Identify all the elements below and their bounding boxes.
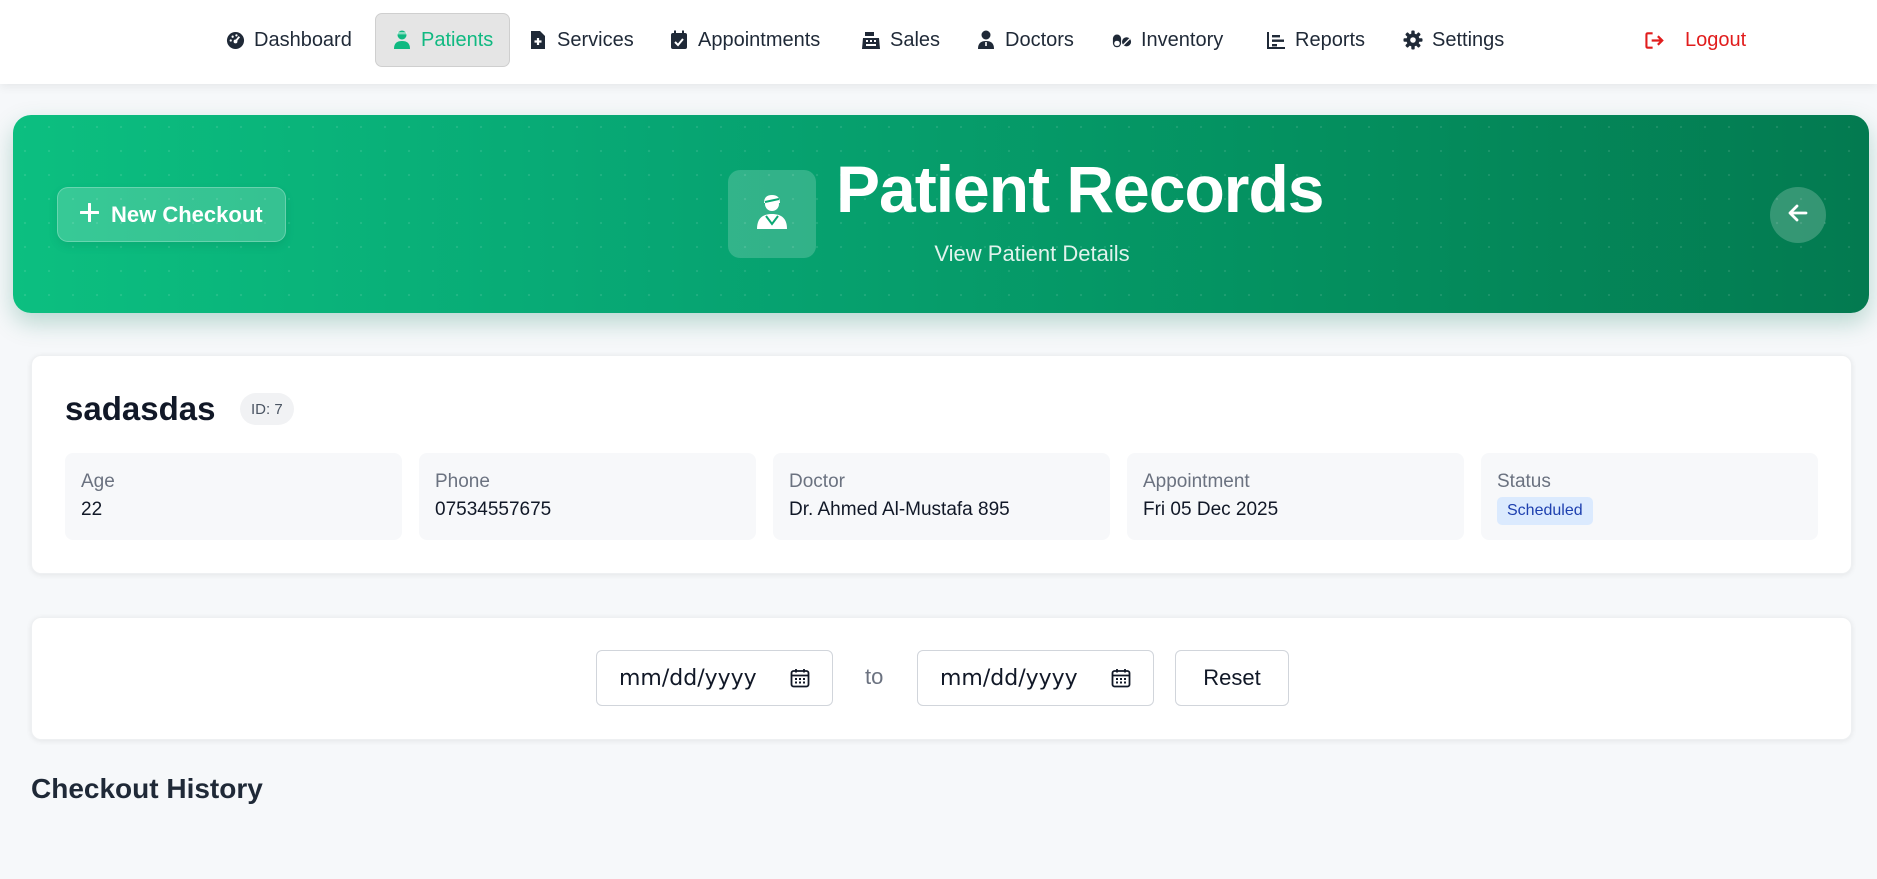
nav-inventory[interactable]: Inventory [1096,13,1239,67]
new-checkout-label: New Checkout [111,201,263,227]
info-appointment: Appointment Fri 05 Dec 2025 [1127,453,1464,540]
nav-label: Settings [1432,28,1505,51]
info-value: 07534557675 [435,499,552,520]
date-from-placeholder: mm/dd/yyyy [619,665,757,691]
sign-out-icon [1645,30,1665,50]
info-value: Dr. Ahmed Al-Mustafa 895 [789,499,1010,520]
user-doctor-icon [392,30,412,50]
page-subtitle: View Patient Details [934,241,1130,266]
logout-label: Logout [1685,28,1747,51]
cash-register-icon [861,30,881,50]
gear-icon [1403,30,1423,50]
logout-button[interactable]: Logout [1629,13,1762,67]
nav-label: Doctors [1005,28,1074,51]
info-label: Phone [435,471,490,492]
patient-id-badge: ID: 7 [240,393,294,425]
patient-icon-box [728,170,816,258]
info-label: Appointment [1143,471,1250,492]
nav-label: Appointments [698,28,821,51]
date-filter-card: mm/dd/yyyy to mm/dd/yyyy Reset [31,617,1852,740]
page-header-banner: New Checkout Patient Records View Patien… [13,115,1869,313]
info-status: Status Scheduled [1481,453,1818,540]
info-label: Age [81,471,115,492]
nav-label: Sales [890,28,941,51]
user-injured-icon [755,194,789,235]
status-badge: Scheduled [1497,497,1593,525]
info-doctor: Doctor Dr. Ahmed Al-Mustafa 895 [773,453,1110,540]
nav-reports[interactable]: Reports [1250,13,1381,67]
nav-label: Dashboard [254,28,352,51]
calendar-icon[interactable] [790,668,810,694]
page-title: Patient Records [836,152,1324,226]
back-button[interactable] [1770,187,1826,243]
nav-services[interactable]: Services [512,13,650,67]
nav-label: Reports [1295,28,1366,51]
info-label: Doctor [789,471,845,492]
patient-info-card: sadasdas ID: 7 Age 22 Phone 07534557675 … [31,355,1852,574]
user-doctor-icon [976,30,996,50]
arrow-left-icon [1788,204,1808,227]
checkout-history-title: Checkout History [31,773,263,804]
nav-label: Services [557,28,634,51]
plus-icon [79,202,100,228]
info-age: Age 22 [65,453,402,540]
date-to-input[interactable]: mm/dd/yyyy [917,650,1154,706]
date-range-separator: to [865,664,884,689]
nav-sales[interactable]: Sales [845,13,956,67]
pills-icon [1112,30,1132,50]
nav-label: Patients [421,28,494,51]
nav-label: Inventory [1141,28,1224,51]
calendar-icon[interactable] [1111,668,1131,694]
info-label: Status [1497,471,1551,492]
reset-button[interactable]: Reset [1175,650,1289,706]
info-value: Fri 05 Dec 2025 [1143,499,1279,520]
nav-dashboard[interactable]: Dashboard [209,13,368,67]
nav-appointments[interactable]: Appointments [653,13,836,67]
nav-settings[interactable]: Settings [1387,13,1520,67]
info-value: 22 [81,499,103,520]
calendar-check-icon [669,30,689,50]
chart-bar-icon [1266,30,1286,50]
patient-name: sadasdas [65,390,216,427]
new-checkout-button[interactable]: New Checkout [57,187,286,242]
date-to-placeholder: mm/dd/yyyy [940,665,1078,691]
file-medical-icon [528,30,548,50]
nav-patients[interactable]: Patients [375,13,511,67]
info-phone: Phone 07534557675 [419,453,756,540]
nav-doctors[interactable]: Doctors [960,13,1090,67]
date-from-input[interactable]: mm/dd/yyyy [596,650,833,706]
top-navbar: Dashboard Patients Services Appointments… [0,0,1877,84]
gauge-icon [225,30,245,50]
